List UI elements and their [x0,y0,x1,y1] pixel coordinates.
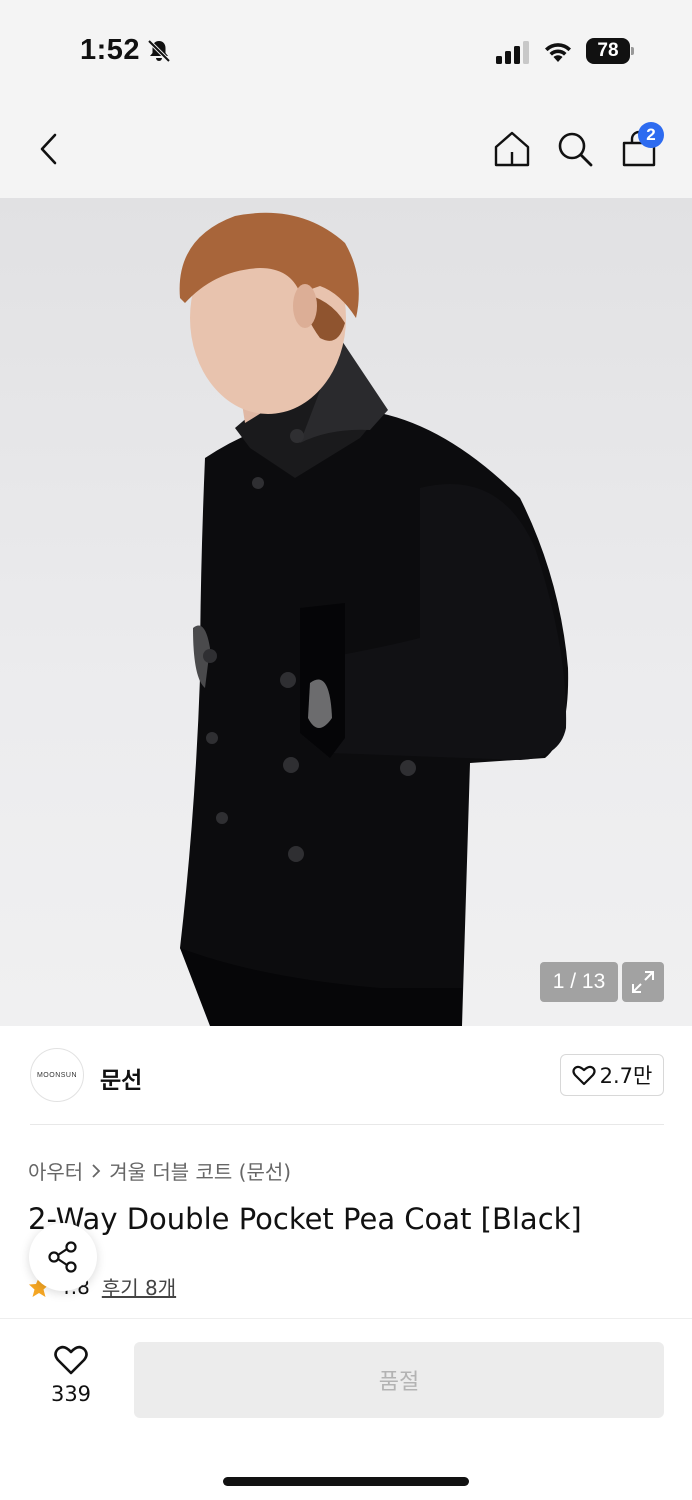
brand-name[interactable]: 문선 [100,1061,142,1095]
home-icon [494,131,530,167]
brand-like-count: 2.7만 [599,1064,653,1088]
breadcrumb: 아우터 겨울 더블 코트 (문선) [28,1156,291,1185]
divider [30,1124,664,1125]
status-bar: 1:52 78 [0,0,692,100]
status-time: 1:52 [80,34,141,66]
home-button[interactable] [489,126,535,172]
home-indicator[interactable] [223,1477,469,1486]
wifi-icon [545,43,571,62]
heart-icon [572,1065,596,1086]
share-button[interactable] [29,1223,97,1291]
breadcrumb-subcategory[interactable]: 겨울 더블 코트 (문선) [109,1156,291,1185]
search-button[interactable] [552,126,598,172]
wish-count: 339 [50,1382,92,1406]
battery-level: 78 [597,40,619,61]
model-in-coat-illustration [179,212,569,1026]
chevron-right-icon [92,1163,101,1178]
expand-icon [632,971,654,993]
chevron-left-icon [40,133,57,165]
brand-logo-text: MOONSUN [36,1071,78,1079]
bottom-bar-separator [0,1318,692,1319]
expand-image-button[interactable] [622,962,664,1002]
cart-count-badge: 2 [638,122,664,148]
top-nav: 2 [0,100,692,198]
heart-icon [54,1345,88,1375]
product-image[interactable] [0,198,692,1026]
reviews-link[interactable]: 후기 8개 [102,1272,176,1301]
cart-button[interactable]: 2 [616,122,664,172]
share-icon [48,1241,77,1273]
product-title: 2-Way Double Pocket Pea Coat [Black] [28,1202,582,1236]
wish-button[interactable]: 339 [38,1344,104,1414]
search-icon [558,132,593,167]
soldout-button[interactable]: 품절 [134,1342,664,1418]
brand-logo[interactable]: MOONSUN [30,1048,84,1102]
bell-muted-icon [147,39,171,63]
image-counter: 1 / 13 [540,962,618,1002]
breadcrumb-category[interactable]: 아우터 [28,1156,83,1185]
cellular-signal-icon [496,41,529,64]
brand-like-button[interactable]: 2.7만 [560,1054,664,1096]
back-button[interactable] [26,126,72,172]
battery-indicator: 78 [586,38,634,64]
